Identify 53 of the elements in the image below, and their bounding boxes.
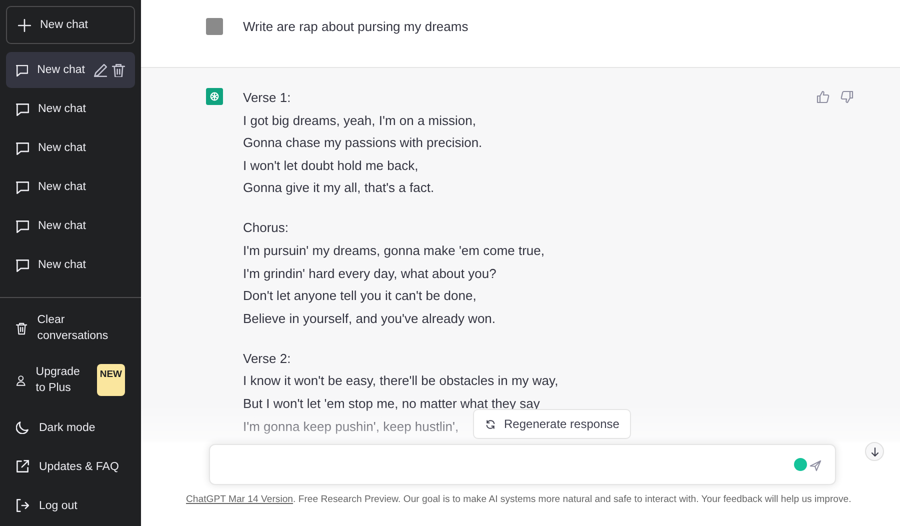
message-input-field[interactable] <box>209 444 836 485</box>
regenerate-response-button[interactable]: Regenerate response <box>473 409 632 439</box>
response-line: I got big dreams, yeah, I'm on a mission, <box>243 112 476 130</box>
chat-history-item[interactable]: New chat <box>6 208 135 244</box>
version-link[interactable]: ChatGPT Mar 14 Version <box>186 494 294 505</box>
footer-disclaimer: ChatGPT Mar 14 Version. Free Research Preview. Our goal is to make AI systems more natural and safe to interact with. Your feedback will help us improve. <box>186 494 852 505</box>
response-line: I'm pursuin' my dreams, gonna make 'em come true, <box>243 242 545 260</box>
trash-icon <box>16 322 28 334</box>
response-line: Verse 1: <box>243 89 291 107</box>
response-line: I won't let doubt hold me back, <box>243 156 418 175</box>
response-line: Don't let anyone tell you it can't be done, <box>243 287 476 306</box>
thumbs-up-icon[interactable] <box>816 90 830 104</box>
updates-faq-link[interactable]: Updates & FAQ <box>6 447 135 486</box>
user-avatar <box>206 18 223 35</box>
chat-bubble-icon <box>16 180 29 194</box>
response-line: Gonna chase my passions with precision. <box>243 134 482 152</box>
assistant-logo-icon <box>206 88 223 105</box>
chat-history-item[interactable]: New chat <box>6 91 135 127</box>
pencil-icon[interactable] <box>94 64 107 76</box>
delete-icon[interactable] <box>112 64 125 76</box>
chat-history-item[interactable]: New chat <box>6 130 135 166</box>
send-icon[interactable] <box>809 459 822 472</box>
new-badge: NEW <box>96 364 125 396</box>
chat-bubble-icon <box>16 64 28 76</box>
response-line: I know it won't be easy, there'll be obstacles in my way, <box>243 372 558 390</box>
response-line: Believe in yourself, and you've already won. <box>243 310 496 328</box>
plus-icon <box>18 18 31 32</box>
external-link-icon <box>16 460 29 473</box>
chat-bubble-icon <box>16 220 29 232</box>
response-line: I'm grindin' hard every day, what about you? <box>243 264 496 283</box>
refresh-icon <box>485 418 496 430</box>
chat-bubble-icon <box>16 258 29 272</box>
new-chat-button[interactable]: New chat <box>6 6 135 44</box>
person-icon <box>16 374 26 386</box>
chat-history-item[interactable]: New chat <box>6 52 135 88</box>
logout-icon <box>16 499 29 512</box>
thumbs-down-icon[interactable] <box>840 90 854 104</box>
upgrade-button[interactable]: Upgrade to Plus NEW <box>6 352 135 408</box>
user-message: Write are rap about pursing my dreams <box>243 18 468 36</box>
chat-history-item[interactable]: New chat <box>6 169 135 205</box>
dark-mode-button[interactable]: Dark mode <box>6 408 135 447</box>
response-line: I'm gonna keep pushin', keep hustlin', <box>243 418 459 436</box>
moon-icon <box>16 421 29 434</box>
chat-history-item[interactable]: New chat <box>6 247 135 283</box>
log-out-button[interactable]: Log out <box>6 486 135 525</box>
chat-bubble-icon <box>16 102 29 116</box>
response-line: Gonna give it my all, that's a fact. <box>243 179 434 198</box>
clear-conversations-button[interactable]: Clear conversations <box>6 304 135 352</box>
scroll-down-button[interactable] <box>865 442 884 461</box>
response-line: Verse 2: <box>243 350 291 368</box>
response-line: Chorus: <box>243 219 289 238</box>
down-arrow-icon <box>870 446 880 456</box>
chat-bubble-icon <box>16 142 29 154</box>
